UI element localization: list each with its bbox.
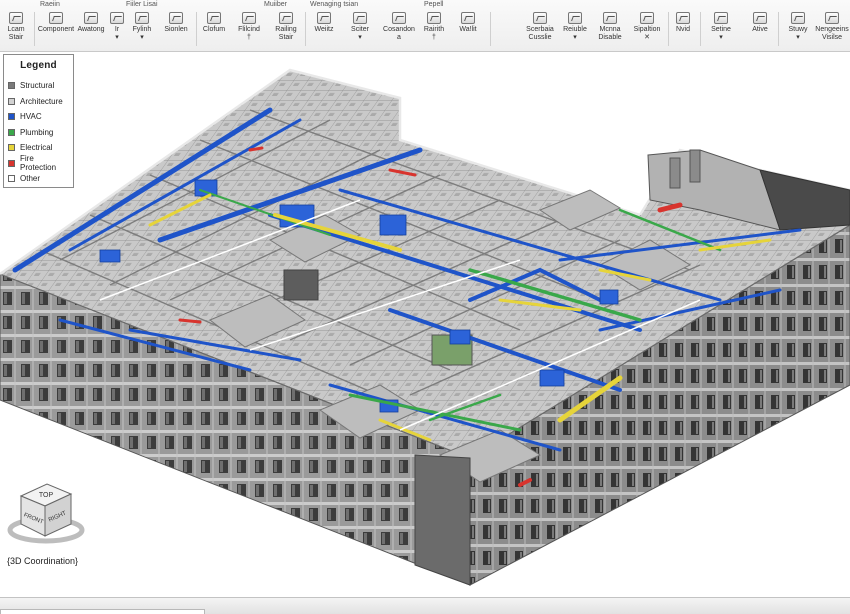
separator (305, 12, 306, 46)
legend-swatch (8, 144, 15, 152)
floor-icon (135, 12, 149, 24)
visibility-icon (825, 12, 839, 24)
wall-icon (317, 12, 331, 24)
legend-item: HVAC (8, 109, 69, 125)
tool-button[interactable]: Cosandon a (382, 12, 416, 50)
legend-item: Electrical (8, 140, 69, 156)
tool-button[interactable]: Rairith † (420, 12, 448, 50)
view-tab[interactable] (0, 609, 205, 614)
ribbon-group-label: Muiiber (264, 1, 287, 8)
tool-button[interactable]: Sionlen (160, 12, 192, 50)
activate-icon (753, 12, 767, 24)
legend-item: Other (8, 171, 69, 187)
window-icon (110, 12, 124, 24)
model-icon (603, 12, 617, 24)
legend-item: Architecture (8, 94, 69, 110)
viewcube[interactable]: TOP FRONT RIGHT (5, 478, 87, 546)
tool-button[interactable]: Ir ▾ (108, 12, 126, 50)
tool-button[interactable]: Lcam Stair (4, 12, 28, 50)
ceiling-icon (169, 12, 183, 24)
viewcube-top-label: TOP (39, 492, 54, 499)
column-icon (207, 12, 221, 24)
tool-button[interactable]: Railing Stair (271, 12, 301, 50)
wall-layer-icon (461, 12, 475, 24)
tool-button[interactable]: Weiitz (310, 12, 338, 50)
tool-button[interactable]: Component (38, 12, 74, 50)
bim-model-render[interactable] (0, 52, 850, 597)
tool-button[interactable]: Mcnna Disable (594, 12, 626, 50)
building-model (0, 68, 850, 586)
ribbon-group-label: Fiiler Lisai (126, 1, 158, 8)
grid-icon (427, 12, 441, 24)
legend-swatch (8, 82, 15, 90)
separator (34, 12, 35, 46)
tool-button[interactable]: Scerbaia Cusslie (520, 12, 560, 50)
legend-swatch (8, 113, 15, 121)
tool-button[interactable]: Stuwy ▾ (784, 12, 812, 50)
tool-button[interactable]: Reiuble ▾ (562, 12, 588, 50)
separator (700, 12, 701, 46)
legend-panel: Legend Structural Architecture HVAC Plum… (3, 54, 74, 188)
tool-button[interactable]: Clofum (199, 12, 229, 50)
connector-icon (392, 12, 406, 24)
legend-title: Legend (20, 60, 57, 71)
ribbon-group-label: Pepell (424, 1, 444, 8)
legend-swatch (8, 159, 15, 167)
stair-icon (9, 12, 23, 24)
rebuild-icon (568, 12, 582, 24)
separator (778, 12, 779, 46)
settings-icon (714, 12, 728, 24)
ribbon-group-label: Wenaging tsian (310, 1, 359, 8)
separation-icon (640, 12, 654, 24)
legend-item: Fire Protection (8, 154, 69, 172)
ribbon-group-label: Raeiin (40, 1, 60, 8)
legend-item: Structural (8, 78, 69, 94)
legend-swatch (8, 97, 15, 105)
ramp-icon (279, 12, 293, 24)
tool-button[interactable]: Fylinh ▾ (128, 12, 156, 50)
legend-item: Plumbing (8, 125, 69, 141)
stair-run-icon (353, 12, 367, 24)
door-icon (84, 12, 98, 24)
legend-swatch (8, 175, 15, 183)
separator (490, 12, 491, 46)
tool-button[interactable]: Wa!lit (454, 12, 482, 50)
tool-button[interactable]: Sciter ▾ (346, 12, 374, 50)
tool-button[interactable]: Setine ▾ (706, 12, 736, 50)
void-icon (676, 12, 690, 24)
separator (668, 12, 669, 46)
legend-swatch (8, 128, 15, 136)
separator (196, 12, 197, 46)
tool-button[interactable]: Awatong (76, 12, 106, 50)
surface-icon (533, 12, 547, 24)
railing-icon (242, 12, 256, 24)
tool-button[interactable]: Sipaltion ✕ (630, 12, 664, 50)
show-icon (791, 12, 805, 24)
model-viewport[interactable] (0, 52, 850, 597)
tool-button[interactable]: Nengeeins Visilse (814, 12, 850, 50)
component-icon (49, 12, 63, 24)
ribbon-toolbar: Raeiin Fiiler Lisai Muiiber Wenaging tsi… (0, 0, 850, 52)
status-bar (0, 597, 850, 614)
view-caption: {3D Coordination} (7, 556, 79, 566)
tool-button[interactable]: Flilcind † (234, 12, 264, 50)
tool-button[interactable]: Nvid (672, 12, 694, 50)
tool-button[interactable]: Ative (748, 12, 772, 50)
